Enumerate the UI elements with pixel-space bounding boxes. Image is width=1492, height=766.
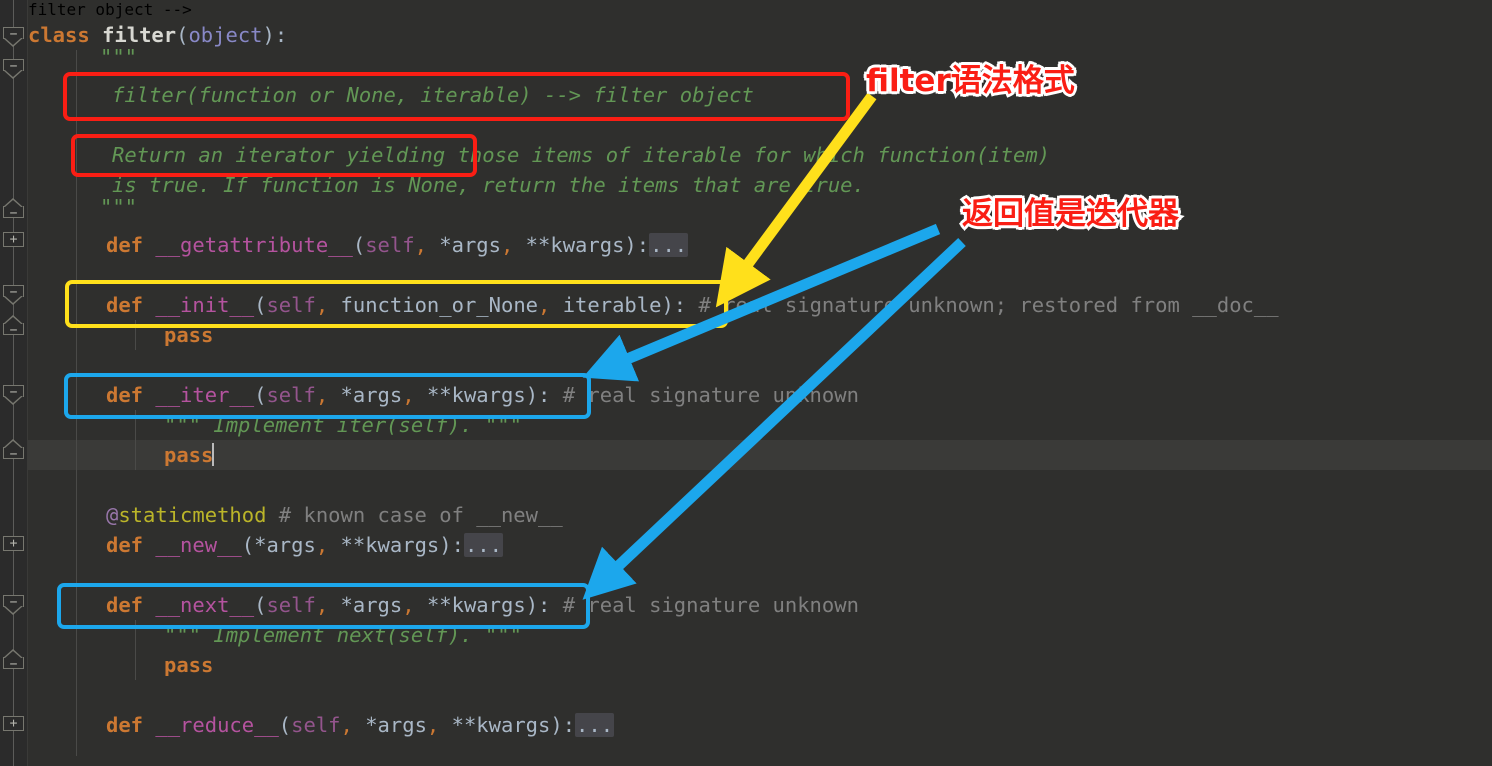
- method-name-reduce: __reduce__: [155, 713, 279, 737]
- code-line-next-docstring[interactable]: """ Implement next(self). """: [164, 620, 522, 650]
- docstring-return-iterator-part: Return an iterator yielding: [112, 143, 446, 167]
- fold-marker-docstring[interactable]: −: [3, 59, 24, 79]
- code-line-reduce[interactable]: def __reduce__(self, *args, **kwargs):..…: [106, 710, 615, 740]
- code-line-staticmethod-decorator[interactable]: @staticmethod # known case of __new__: [106, 500, 563, 530]
- editor-gutter: − − − + − − − − + − − +: [0, 0, 28, 766]
- fold-marker-getattribute[interactable]: +: [3, 232, 24, 249]
- current-line-highlight: [28, 440, 1492, 470]
- method-name-init: __init__: [155, 293, 255, 317]
- code-line-new[interactable]: def __new__(*args, **kwargs):...: [106, 530, 503, 560]
- code-line-next-pass[interactable]: pass: [164, 650, 213, 680]
- code-line-init[interactable]: def __init__(self, function_or_None, ite…: [106, 290, 1279, 320]
- minus-icon: −: [9, 657, 18, 672]
- folded-code-ellipsis: ...: [649, 233, 689, 257]
- plus-icon: +: [9, 536, 18, 551]
- fold-marker-new[interactable]: +: [3, 536, 24, 553]
- method-name-getattribute: __getattribute__: [155, 233, 353, 257]
- plus-icon: +: [9, 716, 18, 731]
- code-line-docstring-signature[interactable]: filter(function or None, iterable) --> f…: [112, 80, 754, 110]
- code-editor-screenshot: − − − + − − − − + − − + class filter(obj…: [0, 0, 1492, 766]
- method-name-new: __new__: [155, 533, 242, 557]
- indent-guide-2c: [135, 620, 136, 680]
- folded-code-ellipsis: ...: [575, 713, 615, 737]
- annotation-label-return-iterator: 返回值是迭代器: [960, 194, 1182, 235]
- method-name-next: __next__: [155, 593, 255, 617]
- fold-marker-next-end[interactable]: −: [3, 649, 24, 672]
- indent-guide-2a: [135, 320, 136, 350]
- minus-icon: −: [9, 323, 18, 338]
- base-class-object: object: [188, 23, 263, 47]
- minus-icon: −: [9, 385, 18, 400]
- code-line-iter-pass[interactable]: pass: [164, 440, 215, 470]
- code-line-docstring-open[interactable]: """: [100, 42, 137, 72]
- code-line-next[interactable]: def __next__(self, *args, **kwargs): # r…: [106, 590, 859, 620]
- code-area[interactable]: class filter(object): """ filter object …: [28, 0, 1492, 766]
- code-line-docstring-body-1[interactable]: Return an iterator yielding those items …: [112, 140, 1050, 170]
- code-line-iter[interactable]: def __iter__(self, *args, **kwargs): # r…: [106, 380, 859, 410]
- annotation-label-filter-syntax: filter语法格式: [864, 61, 1078, 102]
- fold-marker-init[interactable]: −: [3, 285, 24, 305]
- fold-marker-next[interactable]: −: [3, 595, 24, 615]
- code-line-init-pass[interactable]: pass: [164, 320, 213, 350]
- method-name-iter: __iter__: [155, 383, 255, 407]
- fold-marker-class[interactable]: −: [3, 27, 24, 47]
- minus-icon: −: [9, 206, 18, 221]
- minus-icon: −: [9, 285, 18, 300]
- fold-marker-init-end[interactable]: −: [3, 315, 24, 338]
- comment-next: # real signature unknown: [562, 593, 859, 617]
- minus-icon: −: [9, 59, 18, 74]
- minus-icon: −: [9, 447, 18, 462]
- fold-marker-reduce[interactable]: +: [3, 716, 24, 733]
- decorator-staticmethod: staticmethod: [118, 503, 267, 527]
- minus-icon: −: [9, 27, 18, 42]
- fold-marker-docstring-end[interactable]: −: [3, 198, 24, 221]
- minus-icon: −: [9, 595, 18, 610]
- text-caret: [212, 443, 215, 466]
- plus-icon: +: [9, 232, 18, 247]
- fold-marker-iter-end[interactable]: −: [3, 439, 24, 462]
- code-line-getattribute[interactable]: def __getattribute__(self, *args, **kwar…: [106, 230, 689, 260]
- indent-guide-1: [76, 50, 77, 756]
- indent-guide-2b: [135, 410, 136, 470]
- comment-iter: # real signature unknown: [562, 383, 859, 407]
- code-line-docstring-body-2[interactable]: is true. If function is None, return the…: [112, 170, 865, 200]
- code-line-docstring-close[interactable]: """: [100, 192, 137, 222]
- folded-code-ellipsis: ...: [463, 533, 503, 557]
- fold-marker-iter[interactable]: −: [3, 385, 24, 405]
- comment-new: # known case of __new__: [278, 503, 563, 527]
- code-line-iter-docstring[interactable]: """ Implement iter(self). """: [164, 410, 522, 440]
- code-line-class[interactable]: class filter(object):: [28, 20, 287, 50]
- comment-init: # real signature unknown; restored from …: [698, 293, 1279, 317]
- keyword-class: class: [28, 23, 90, 47]
